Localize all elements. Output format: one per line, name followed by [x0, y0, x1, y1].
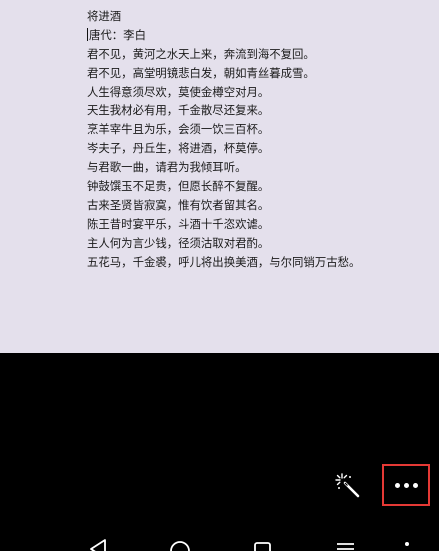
- more-options-button[interactable]: [382, 464, 430, 506]
- poem-line: 人生得意须尽欢，莫使金樽空对月。: [87, 84, 270, 99]
- bottom-panel: [0, 353, 439, 551]
- document-text[interactable]: 将进酒 唐代：李白 君不见，黄河之水天上来，奔流到海不复回。 君不见，高堂明镜悲…: [87, 7, 435, 271]
- poem-line: 君不见，高堂明镜悲白发，朝如青丝暮成雪。: [87, 65, 315, 80]
- poem-line: 五花马，千金裘，呼儿将出换美酒，与尔同销万古愁。: [87, 254, 361, 269]
- recents-icon: [254, 542, 271, 551]
- magic-wand-icon: [335, 473, 360, 498]
- more-horizontal-icon: [394, 482, 418, 488]
- poem-line: 陈王昔时宴平乐，斗酒十千恣欢谑。: [87, 216, 270, 231]
- text-cursor: [87, 27, 88, 41]
- navigation-bar: [0, 536, 439, 551]
- poem-author: 唐代：李白: [89, 27, 146, 42]
- back-icon: [90, 539, 106, 551]
- poem-line: 天生我材必有用，千金散尽还复来。: [87, 103, 270, 118]
- recents-button[interactable]: [248, 536, 278, 551]
- poem-line: 钟鼓馔玉不足贵，但愿长醉不复醒。: [87, 179, 270, 194]
- poem-author-line: 唐代：李白: [87, 26, 435, 45]
- poem-title: 将进酒: [87, 9, 122, 23]
- document-area[interactable]: 将进酒 唐代：李白 君不见，黄河之水天上来，奔流到海不复回。 君不见，高堂明镜悲…: [0, 0, 439, 353]
- home-button[interactable]: [165, 536, 195, 551]
- dot-icon: [405, 542, 409, 546]
- menu-button[interactable]: [332, 536, 362, 551]
- poem-line: 君不见，黄河之水天上来，奔流到海不复回。: [87, 46, 315, 61]
- assist-dot-button[interactable]: [392, 536, 422, 551]
- home-icon: [170, 541, 190, 551]
- poem-line: 主人何为言少钱，径须沽取对君酌。: [87, 235, 270, 250]
- magic-wand-button[interactable]: [330, 469, 366, 503]
- poem-line: 古来圣贤皆寂寞，惟有饮者留其名。: [87, 197, 270, 212]
- back-button[interactable]: [83, 536, 113, 551]
- poem-line: 烹羊宰牛且为乐，会须一饮三百杯。: [87, 122, 270, 137]
- menu-icon: [337, 543, 354, 550]
- poem-line: 岑夫子，丹丘生，将进酒，杯莫停。: [87, 141, 270, 156]
- poem-line: 与君歌一曲，请君为我倾耳听。: [87, 160, 247, 175]
